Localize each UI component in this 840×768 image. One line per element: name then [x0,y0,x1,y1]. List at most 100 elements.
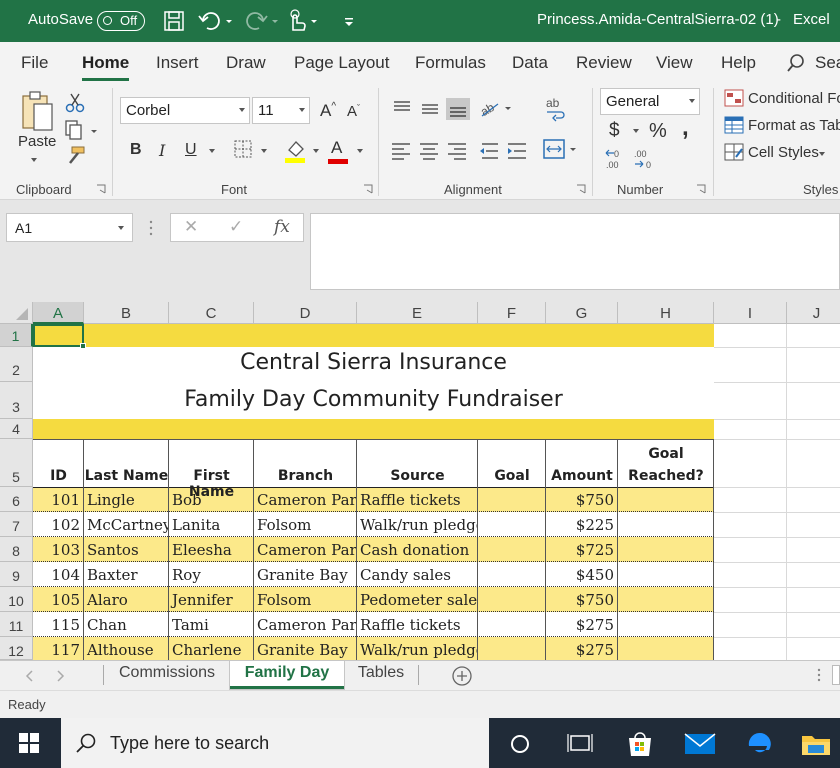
decrease-decimal-icon[interactable]: .000 [634,149,651,170]
cell-first-name[interactable]: Eleesha [169,541,253,559]
cell-branch[interactable]: Granite Bay [254,641,356,659]
comma-style-button[interactable]: , [682,114,689,142]
borders-icon[interactable] [233,139,255,161]
cell-first-name[interactable]: Roy [169,566,253,584]
enter-entry-icon[interactable]: ✓ [229,217,243,237]
autosave-toggle[interactable]: Off [97,11,145,31]
col-header-i[interactable]: I [714,302,787,324]
cell-branch[interactable]: Granite Bay [254,566,356,584]
cell-styles-dropdown-icon[interactable] [819,152,825,156]
cell-amount[interactable]: $275 [546,616,617,634]
fill-color-dropdown-icon[interactable] [313,149,319,153]
col-header-f[interactable]: F [478,302,546,324]
formula-input[interactable] [310,213,840,290]
align-right-icon[interactable] [448,143,466,160]
underline-dropdown-icon[interactable] [209,149,215,153]
top-align-icon[interactable] [394,101,410,111]
fill-handle[interactable] [80,343,86,349]
bottom-align-icon[interactable] [446,98,470,120]
increase-decimal-icon[interactable]: 0.00 [605,149,619,170]
selected-cell-a1[interactable] [33,324,84,347]
cell-source[interactable]: Pedometer sales [357,591,477,609]
cell-styles-icon[interactable] [724,143,746,163]
cell-amount[interactable]: $275 [546,641,617,659]
row-header-6[interactable]: 6 [0,487,33,512]
col-header-c[interactable]: C [169,302,254,324]
align-center-icon[interactable] [420,143,438,160]
row-header-1[interactable]: 1 [0,324,33,347]
edge-browser-icon[interactable] [745,730,773,758]
cell-id[interactable]: 117 [33,641,83,659]
row-header-9[interactable]: 9 [0,562,33,587]
clipboard-launcher-icon[interactable] [96,184,106,194]
scroll-right-icon[interactable] [57,670,65,682]
new-sheet-icon[interactable] [451,665,473,687]
cell-source[interactable]: Cash donation [357,541,477,559]
horizontal-scrollbar[interactable] [832,665,840,685]
row-header-2[interactable]: 2 [0,347,33,382]
cell-id[interactable]: 101 [33,491,83,509]
microsoft-store-icon[interactable] [626,730,654,758]
cell-last-name[interactable]: Chan [84,616,168,634]
cell-branch[interactable]: Folsom [254,516,356,534]
cell-id[interactable]: 104 [33,566,83,584]
header-goal-reached-line1[interactable]: Goal [618,446,714,462]
header-goal[interactable]: Goal [478,468,546,484]
merge-center-icon[interactable] [543,138,583,162]
sheet-tab-family-day[interactable]: Family Day [230,661,344,689]
cell-first-name[interactable]: Jennifer [169,591,253,609]
row-header-11[interactable]: 11 [0,612,33,637]
font-color-dropdown-icon[interactable] [357,149,363,153]
cell-first-name[interactable]: Bob [169,491,253,509]
sheet-tab-commissions[interactable]: Commissions [104,661,230,689]
tab-data[interactable]: Data [512,53,548,73]
cell-amount[interactable]: $725 [546,541,617,559]
cell-first-name[interactable]: Tami [169,616,253,634]
tab-file[interactable]: File [21,53,48,73]
sheet-subtitle[interactable]: Family Day Community Fundraiser [33,387,714,412]
paste-dropdown-icon[interactable] [31,158,37,162]
font-launcher-icon[interactable] [363,184,373,194]
number-launcher-icon[interactable] [696,184,706,194]
cell-source[interactable]: Candy sales [357,566,477,584]
cancel-entry-icon[interactable]: ✕ [184,217,198,237]
cell-source[interactable]: Raffle tickets [357,616,477,634]
orientation-icon[interactable]: ab [478,96,514,120]
cell-branch[interactable]: Folsom [254,591,356,609]
paste-icon[interactable] [20,90,56,134]
save-icon[interactable] [162,8,186,34]
header-id[interactable]: ID [33,468,84,484]
cell-amount[interactable]: $225 [546,516,617,534]
increase-indent-icon[interactable] [508,143,526,159]
split-grip-icon[interactable] [815,667,823,683]
cell-amount[interactable]: $750 [546,491,617,509]
cell-last-name[interactable]: McCartney [84,516,168,534]
header-goal-reached-line2[interactable]: Reached? [618,468,714,484]
italic-button[interactable]: I [159,141,165,160]
tab-home[interactable]: Home [82,53,129,73]
wrap-text-icon[interactable]: ab [544,96,568,122]
tab-insert[interactable]: Insert [156,53,199,73]
cell-branch[interactable]: Cameron Park [254,491,356,509]
formula-bar-grip-icon[interactable] [147,219,155,237]
cell-last-name[interactable]: Alaro [84,591,168,609]
cortana-icon[interactable] [509,733,531,755]
borders-dropdown-icon[interactable] [261,149,267,153]
format-as-table-button[interactable]: Format as Tab [748,117,840,134]
name-box[interactable]: A1 [6,213,133,242]
sheet-tab-tables[interactable]: Tables [344,661,418,689]
row-header-10[interactable]: 10 [0,587,33,612]
tab-help[interactable]: Help [721,53,756,73]
font-size-box[interactable]: 11 [252,97,310,124]
cell-id[interactable]: 105 [33,591,83,609]
conditional-formatting-icon[interactable] [724,89,746,109]
row-header-12[interactable]: 12 [0,637,33,660]
shrink-font-button[interactable]: Aˇ [347,103,360,120]
touch-mode-icon[interactable] [285,8,321,34]
scroll-left-icon[interactable] [25,670,33,682]
cell-branch[interactable]: Cameron Park [254,541,356,559]
cell-styles-button[interactable]: Cell Styles [748,144,819,161]
select-all-corner[interactable] [0,302,33,324]
tab-page-layout[interactable]: Page Layout [294,53,389,73]
col-header-j[interactable]: J [787,302,840,324]
